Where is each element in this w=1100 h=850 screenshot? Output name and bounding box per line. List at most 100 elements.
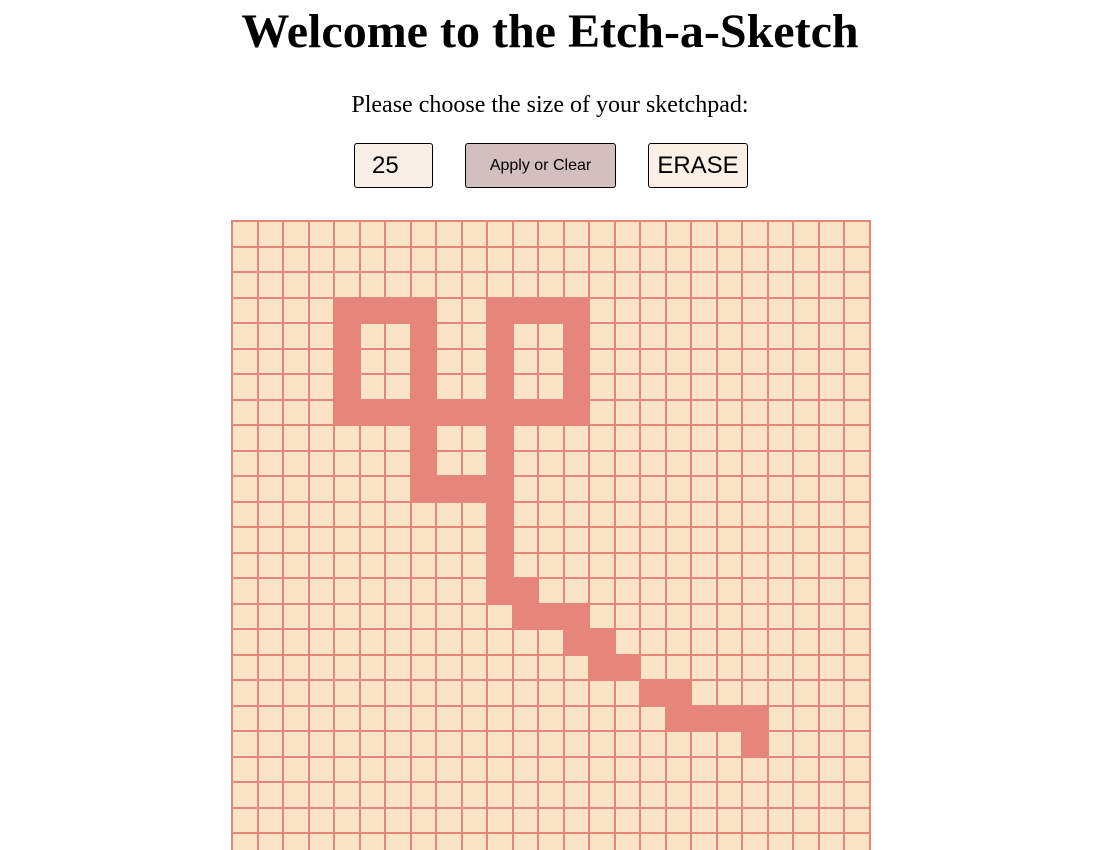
sketch-cell[interactable] (283, 348, 309, 375)
sketch-cell[interactable] (385, 731, 411, 757)
sketch-cell[interactable] (818, 374, 845, 400)
sketch-cell[interactable] (767, 246, 794, 273)
sketch-cell[interactable] (818, 221, 845, 247)
sketch-cell[interactable] (512, 603, 539, 630)
sketch-cell[interactable] (385, 399, 411, 426)
sketch-cell[interactable] (818, 399, 845, 426)
sketch-cell[interactable] (691, 705, 717, 732)
sketch-cell[interactable] (436, 705, 462, 732)
sketch-cell[interactable] (563, 680, 590, 706)
sketch-cell[interactable] (512, 297, 539, 324)
sketch-cell[interactable] (563, 272, 590, 298)
sketch-cell[interactable] (410, 705, 437, 732)
sketch-cell[interactable] (512, 425, 539, 451)
sketch-cell[interactable] (818, 782, 845, 808)
sketch-cell[interactable] (359, 374, 386, 400)
sketch-cell[interactable] (410, 297, 437, 324)
sketch-cell[interactable] (410, 731, 437, 757)
sketch-cell[interactable] (793, 654, 819, 681)
sketch-cell[interactable] (665, 501, 692, 528)
sketch-cell[interactable] (563, 399, 590, 426)
sketchpad-grid[interactable] (231, 220, 871, 850)
sketch-cell[interactable] (767, 399, 794, 426)
sketch-cell[interactable] (232, 374, 258, 400)
sketch-cell[interactable] (257, 425, 284, 451)
sketch-cell[interactable] (283, 756, 309, 783)
sketch-cell[interactable] (232, 680, 258, 706)
sketch-cell[interactable] (844, 578, 870, 604)
sketch-cell[interactable] (436, 348, 462, 375)
sketch-cell[interactable] (308, 323, 335, 349)
sketch-cell[interactable] (538, 731, 564, 757)
sketch-cell[interactable] (461, 297, 488, 324)
sketch-cell[interactable] (385, 221, 411, 247)
sketch-cell[interactable] (742, 807, 768, 834)
sketch-cell[interactable] (767, 782, 794, 808)
sketch-cell[interactable] (512, 527, 539, 553)
sketch-cell[interactable] (308, 425, 335, 451)
sketch-cell[interactable] (716, 323, 743, 349)
sketch-cell[interactable] (512, 246, 539, 273)
sketch-cell[interactable] (487, 578, 513, 604)
sketch-cell[interactable] (257, 246, 284, 273)
sketch-cell[interactable] (563, 705, 590, 732)
sketch-cell[interactable] (589, 348, 615, 375)
sketch-cell[interactable] (538, 323, 564, 349)
sketch-cell[interactable] (461, 272, 488, 298)
sketch-cell[interactable] (742, 654, 768, 681)
sketch-cell[interactable] (691, 552, 717, 579)
sketch-cell[interactable] (716, 272, 743, 298)
sketch-cell[interactable] (232, 246, 258, 273)
sketch-cell[interactable] (512, 756, 539, 783)
sketch-cell[interactable] (793, 705, 819, 732)
sketch-cell[interactable] (359, 501, 386, 528)
sketch-cell[interactable] (716, 833, 743, 850)
sketch-cell[interactable] (257, 501, 284, 528)
sketch-cell[interactable] (691, 782, 717, 808)
sketch-cell[interactable] (691, 476, 717, 502)
sketch-cell[interactable] (385, 501, 411, 528)
sketch-cell[interactable] (436, 833, 462, 850)
sketch-cell[interactable] (487, 833, 513, 850)
sketch-cell[interactable] (512, 629, 539, 655)
sketch-cell[interactable] (716, 552, 743, 579)
sketch-cell[interactable] (334, 629, 360, 655)
sketch-cell[interactable] (844, 756, 870, 783)
sketch-cell[interactable] (640, 705, 666, 732)
sketch-cell[interactable] (589, 246, 615, 273)
sketch-cell[interactable] (563, 246, 590, 273)
sketch-cell[interactable] (665, 756, 692, 783)
sketch-cell[interactable] (232, 297, 258, 324)
sketch-cell[interactable] (512, 807, 539, 834)
sketch-cell[interactable] (793, 731, 819, 757)
sketch-cell[interactable] (716, 246, 743, 273)
sketch-cell[interactable] (665, 450, 692, 477)
sketch-cell[interactable] (640, 552, 666, 579)
sketch-cell[interactable] (767, 374, 794, 400)
sketch-cell[interactable] (461, 654, 488, 681)
sketch-cell[interactable] (436, 246, 462, 273)
sketch-cell[interactable] (436, 297, 462, 324)
sketch-cell[interactable] (334, 654, 360, 681)
sketch-cell[interactable] (410, 629, 437, 655)
sketch-cell[interactable] (359, 450, 386, 477)
sketch-cell[interactable] (818, 756, 845, 783)
sketch-cell[interactable] (589, 374, 615, 400)
sketch-cell[interactable] (538, 348, 564, 375)
sketch-cell[interactable] (793, 374, 819, 400)
sketch-cell[interactable] (742, 603, 768, 630)
sketch-cell[interactable] (716, 731, 743, 757)
sketch-cell[interactable] (691, 323, 717, 349)
sketch-cell[interactable] (742, 578, 768, 604)
sketch-cell[interactable] (640, 476, 666, 502)
sketch-cell[interactable] (538, 807, 564, 834)
sketch-cell[interactable] (767, 731, 794, 757)
sketch-cell[interactable] (691, 654, 717, 681)
sketch-cell[interactable] (283, 323, 309, 349)
sketch-cell[interactable] (334, 527, 360, 553)
sketch-cell[interactable] (640, 348, 666, 375)
sketch-cell[interactable] (589, 807, 615, 834)
sketch-cell[interactable] (691, 501, 717, 528)
sketch-cell[interactable] (614, 527, 641, 553)
sketch-cell[interactable] (232, 425, 258, 451)
